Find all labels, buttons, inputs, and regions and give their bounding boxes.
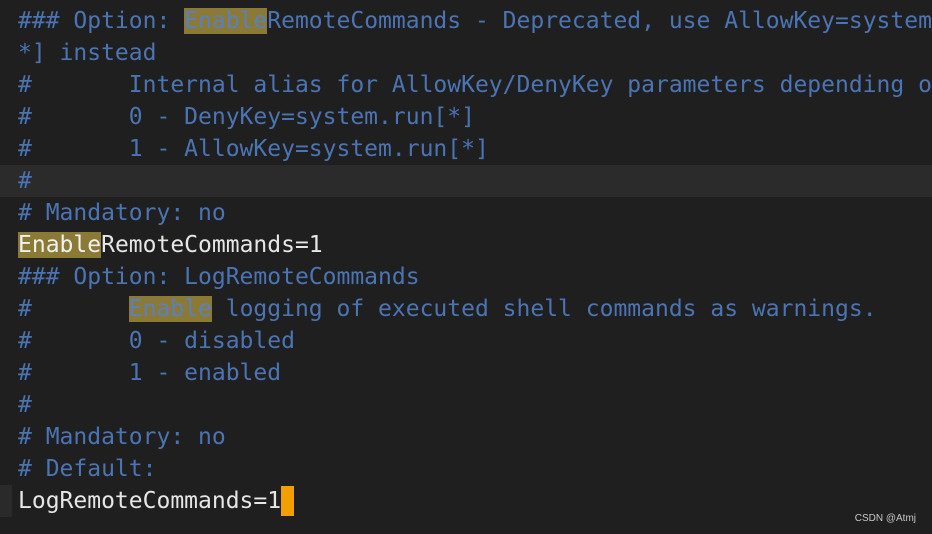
code-line[interactable]: # Default:: [0, 453, 932, 485]
line-segment: # Default:: [18, 456, 157, 482]
code-line[interactable]: # Enable logging of executed shell comma…: [0, 293, 932, 325]
line-segment: #: [18, 168, 32, 194]
code-line[interactable]: # 0 - disabled: [0, 325, 932, 357]
code-line[interactable]: # Internal alias for AllowKey/DenyKey pa…: [0, 69, 932, 101]
code-line[interactable]: #: [0, 389, 932, 421]
line-text: # 1 - enabled: [18, 357, 281, 389]
text-editor[interactable]: ### Option: EnableRemoteCommands - Depre…: [0, 0, 932, 534]
line-segment: #: [18, 392, 32, 418]
line-segment: #: [18, 296, 129, 322]
line-text: *] instead: [18, 37, 156, 69]
line-text: # Default:: [18, 453, 156, 485]
line-text: # 0 - disabled: [18, 325, 295, 357]
line-segment: # 0 - disabled: [18, 328, 295, 354]
watermark: CSDN @Atmj: [854, 513, 916, 524]
line-text: # Mandatory: no: [18, 421, 226, 453]
search-match: Enable: [184, 8, 268, 34]
code-line[interactable]: # Mandatory: no: [0, 197, 932, 229]
line-segment: ### Option:: [18, 8, 185, 34]
code-line[interactable]: #: [0, 165, 932, 197]
line-text: LogRemoteCommands=1: [18, 485, 295, 517]
line-text: #: [18, 165, 32, 197]
line-text: # Mandatory: no: [18, 197, 226, 229]
code-line[interactable]: EnableRemoteCommands=1: [0, 229, 932, 261]
code-line[interactable]: # 0 - DenyKey=system.run[*]: [0, 101, 932, 133]
line-text: # Enable logging of executed shell comma…: [18, 293, 877, 325]
search-match: Enable: [18, 232, 102, 258]
line-segment: # Mandatory: no: [18, 200, 226, 226]
line-segment: # Internal alias for AllowKey/DenyKey pa…: [18, 72, 932, 98]
line-segment: *] instead: [18, 40, 157, 66]
search-match: Enable: [128, 296, 212, 322]
line-text: #: [18, 389, 32, 421]
line-text: # 0 - DenyKey=system.run[*]: [18, 101, 475, 133]
code-line[interactable]: # 1 - enabled: [0, 357, 932, 389]
code-line[interactable]: LogRemoteCommands=1: [0, 485, 932, 517]
line-segment: # 1 - enabled: [18, 360, 282, 386]
code-line[interactable]: # 1 - AllowKey=system.run[*]: [0, 133, 932, 165]
code-line[interactable]: ### Option: EnableRemoteCommands - Depre…: [0, 5, 932, 37]
line-segment: # Mandatory: no: [18, 424, 226, 450]
line-segment: logging of executed shell commands as wa…: [211, 296, 877, 322]
line-text: # 1 - AllowKey=system.run[*]: [18, 133, 489, 165]
line-segment: LogRemoteCommands=1: [18, 488, 282, 514]
code-line[interactable]: # Mandatory: no: [0, 421, 932, 453]
line-segment: RemoteCommands - Deprecated, use AllowKe…: [267, 8, 932, 34]
line-segment: RemoteCommands=1: [101, 232, 323, 258]
code-line[interactable]: ### Option: LogRemoteCommands: [0, 261, 932, 293]
line-segment: # 1 - AllowKey=system.run[*]: [18, 136, 489, 162]
line-text: EnableRemoteCommands=1: [18, 229, 323, 261]
line-segment: ### Option: LogRemoteCommands: [18, 264, 420, 290]
code-line[interactable]: *] instead: [0, 37, 932, 69]
line-text: # Internal alias for AllowKey/DenyKey pa…: [18, 69, 932, 101]
line-text: ### Option: EnableRemoteCommands - Depre…: [18, 5, 932, 37]
line-text: ### Option: LogRemoteCommands: [18, 261, 420, 293]
line-segment: # 0 - DenyKey=system.run[*]: [18, 104, 475, 130]
current-line-marker: [0, 485, 12, 517]
text-cursor: [281, 486, 295, 516]
